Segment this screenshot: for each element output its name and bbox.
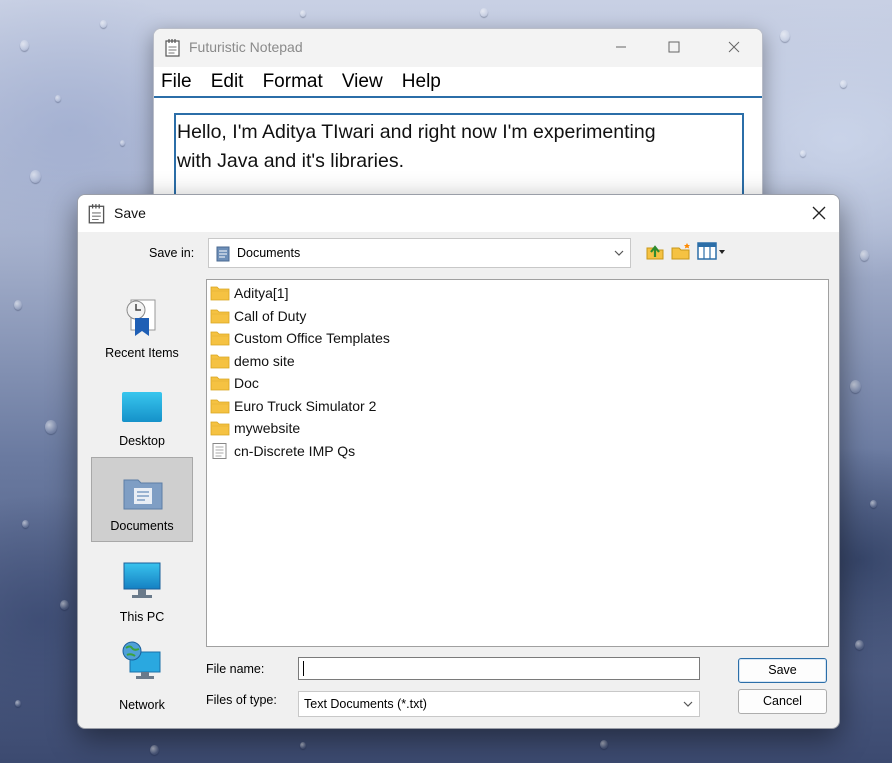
minimize-button[interactable] [592,29,650,65]
file-name: Aditya[1] [234,285,289,301]
place-desktop[interactable]: Desktop [91,370,193,455]
folder-icon [210,309,230,323]
recent-items-icon [126,299,156,336]
file-name: Call of Duty [234,307,307,324]
save-in-combo[interactable]: Documents [208,238,631,268]
save-dialog-titlebar[interactable]: Save [78,195,839,232]
chevron-down-icon [683,701,693,707]
place-label: This PC [119,610,165,624]
view-menu-button[interactable] [697,240,727,262]
menu-format[interactable]: Format [263,67,323,97]
up-one-level-icon[interactable] [644,240,666,262]
folder-icon [210,399,230,413]
save-dialog-title: Save [114,205,146,221]
file-name-input[interactable] [298,657,700,680]
places-bar: Recent Items Desktop Documents This PC N… [89,280,195,717]
this-pc-icon [123,562,161,598]
maximize-button[interactable] [645,29,703,65]
folder-icon [210,286,230,301]
documents-icon [216,246,230,262]
file-name-label: File name: [206,662,265,676]
save-dialog: Save Save in: Documents Recent Items Des… [77,194,840,729]
menu-file[interactable]: File [161,67,192,97]
place-label: Documents [110,519,174,533]
files-of-type-value: Text Documents (*.txt) [304,697,427,711]
folder-icon [210,354,230,368]
file-name: Euro Truck Simulator 2 [234,397,377,414]
menu-edit[interactable]: Edit [211,67,244,97]
place-recent-items[interactable]: Recent Items [91,280,193,365]
notepad-titlebar[interactable]: Futuristic Notepad [154,29,762,67]
save-dialog-close-button[interactable] [799,195,839,232]
close-icon [812,206,826,220]
cancel-button[interactable]: Cancel [738,689,827,714]
file-name: mywebsite [234,420,301,436]
notepad-app-icon [88,204,105,224]
editor-line-2: with Java and it's libraries. [177,150,404,172]
menu-view[interactable]: View [342,67,383,97]
text-cursor [303,661,304,676]
folder-icon [210,376,230,391]
notepad-app-icon [165,39,180,57]
network-icon [122,641,161,679]
details-view-icon [697,242,717,260]
minimize-icon [616,46,626,48]
maximize-icon [668,41,680,53]
notepad-menubar: File Edit Format View Help [154,67,762,98]
place-label: Network [119,698,165,712]
files-of-type-label: Files of type: [206,693,277,707]
notepad-close-button[interactable] [705,29,762,65]
editor-line-1: Hello, I'm Aditya TIwari and right now I… [177,121,656,143]
file-name: demo site [234,352,295,369]
file-name: Custom Office Templates [234,330,390,346]
text-file-icon [212,442,227,459]
file-list[interactable]: Aditya[1] Call of Duty Custom Office Templ… [206,279,829,647]
save-in-value: Documents [237,246,301,260]
caret-down-icon [719,250,725,254]
folder-icon [210,421,230,436]
save-in-label: Save in: [149,246,195,260]
place-this-pc[interactable]: This PC [91,544,193,629]
file-name: cn-Discrete IMP Qs [234,442,356,459]
place-label: Desktop [119,434,165,448]
chevron-down-icon [614,250,624,256]
file-name: Doc [234,375,259,391]
menu-help[interactable]: Help [402,67,441,97]
documents-icon [123,479,163,510]
notepad-title: Futuristic Notepad [189,39,303,55]
desktop-icon [122,392,162,422]
save-button[interactable]: Save [738,658,827,683]
new-folder-icon[interactable] [670,240,692,262]
close-icon [728,41,740,53]
files-of-type-select[interactable]: Text Documents (*.txt) [298,691,700,717]
place-network[interactable]: Network [91,632,193,717]
folder-icon [210,331,230,346]
place-label: Recent Items [105,346,179,360]
place-documents[interactable]: Documents [91,457,193,542]
